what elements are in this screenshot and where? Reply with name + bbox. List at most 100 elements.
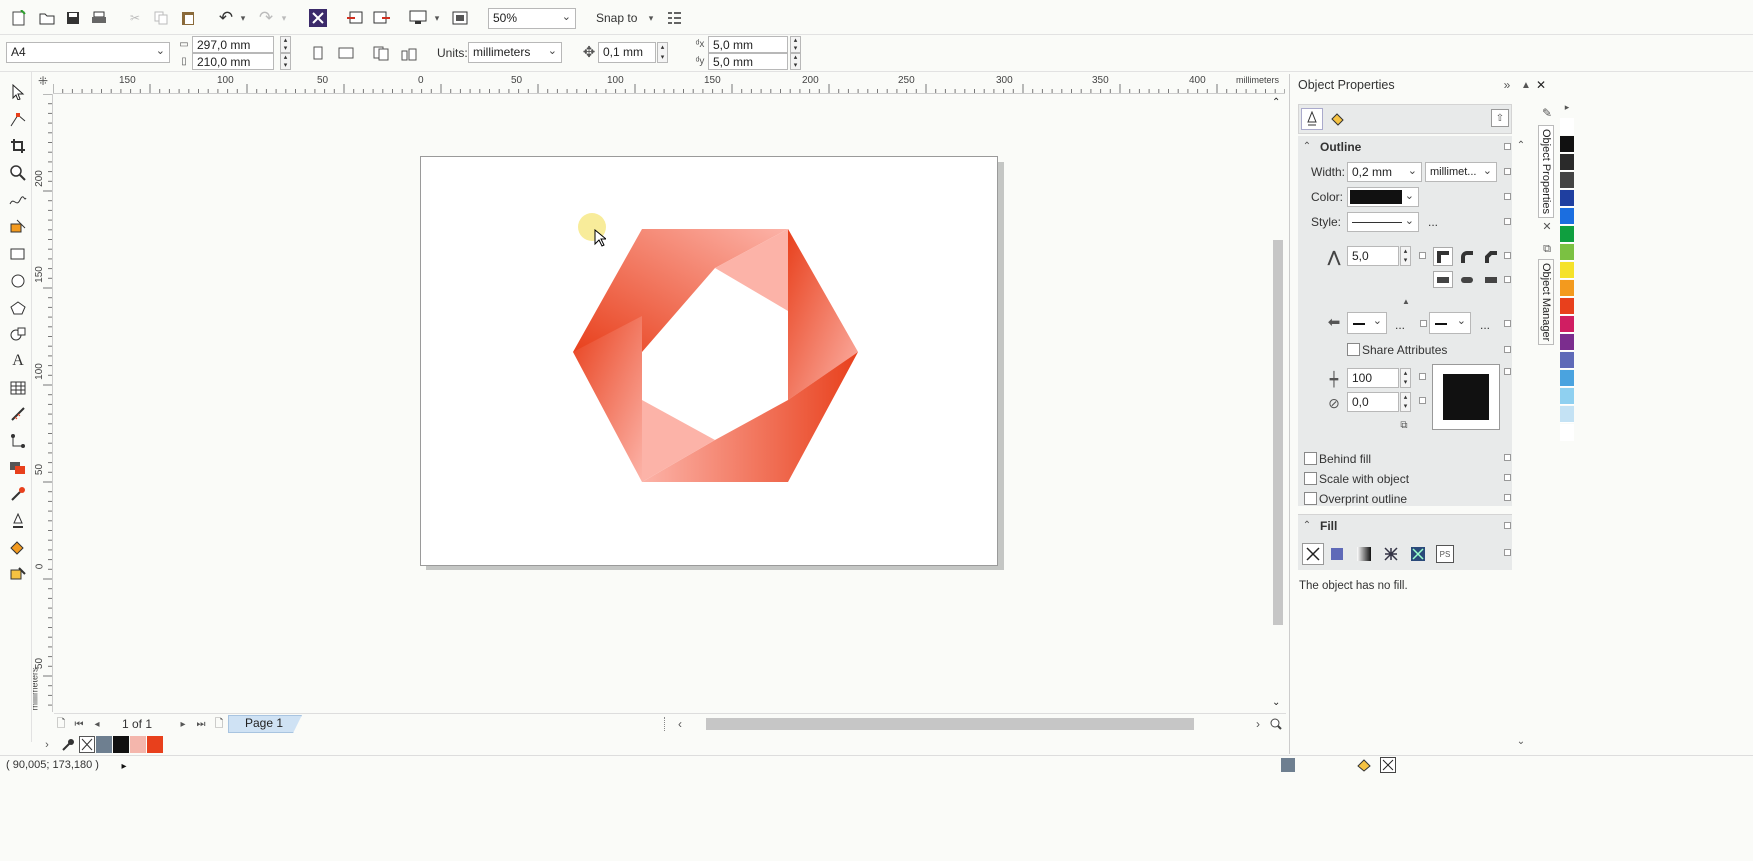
text-tool-icon[interactable]: A [5,349,31,373]
portrait-icon[interactable] [310,44,326,62]
document-color-swatch[interactable] [113,736,129,753]
palette-color-swatch[interactable] [1560,190,1574,207]
zoom-tool-icon[interactable] [5,161,31,185]
round-cap-icon[interactable] [1457,271,1477,288]
miter-option-box[interactable] [1419,252,1426,259]
shape-tool-icon[interactable] [5,108,31,132]
overprint-outline-checkbox[interactable] [1304,492,1317,505]
bitmap-pattern-fill-icon[interactable] [1409,545,1427,563]
palette-color-swatch[interactable] [1560,352,1574,369]
outline-width-select[interactable]: 0,2 mm ⌄ [1347,162,1422,182]
scale-option-box[interactable] [1504,474,1511,481]
nib-stretch-input[interactable]: 100 [1347,368,1399,388]
width-spinner[interactable]: ▴ ▾ [280,36,291,53]
current-page-icon[interactable] [398,43,420,63]
collapse-section-icon[interactable]: ⌃ [1302,140,1312,152]
snap-to-button[interactable]: Snap to [596,11,637,25]
docker-collapse-icon[interactable]: ▲ [1520,77,1532,93]
square-cap-icon[interactable] [1481,271,1501,288]
horizontal-scrollbar-thumb[interactable] [706,718,1194,730]
end-arrow-option-box[interactable] [1504,320,1511,327]
object-manager-tab[interactable]: Object Manager [1538,259,1554,346]
fill-tab-icon[interactable] [1327,108,1349,130]
butt-cap-icon[interactable] [1433,271,1453,288]
docker-close-icon[interactable]: ✕ [1535,77,1547,93]
palette-color-swatch[interactable] [1560,280,1574,297]
last-page-icon[interactable]: ⏭ [194,716,208,732]
smart-fill-tool-icon[interactable] [5,214,31,238]
copy-icon[interactable] [152,9,170,27]
nib-option-box[interactable] [1504,368,1511,375]
palette-color-swatch[interactable] [1560,154,1574,171]
nib-angle-input[interactable]: 0,0 [1347,392,1399,412]
interactive-tool-icon[interactable] [5,456,31,480]
palette-color-swatch[interactable] [1560,226,1574,243]
horizontal-ruler[interactable]: 150 100 50 0 50 100 150 200 250 300 350 … [53,74,1285,94]
scroll-right-icon[interactable]: › [1252,716,1264,732]
paste-icon[interactable] [179,9,197,27]
palette-flyout-icon[interactable]: ▸ [1560,100,1574,114]
new-document-icon[interactable] [10,9,28,27]
postscript-fill-icon[interactable]: PS [1436,545,1454,563]
behind-fill-option-box[interactable] [1504,454,1511,461]
previous-page-icon[interactable]: ◂ [90,716,104,732]
add-page-before-icon[interactable]: 🗋 [54,716,68,732]
tab-close-icon[interactable]: ✕ [1540,219,1554,233]
start-arrow-option-box[interactable] [1420,320,1427,327]
undo-icon[interactable]: ↶ [216,8,236,28]
ruler-corner[interactable]: ⁜ [33,74,53,94]
miter-spinner[interactable]: ▴ ▾ [1400,246,1411,266]
palette-color-swatch[interactable] [1560,388,1574,405]
palette-color-swatch[interactable] [1560,118,1574,135]
fill-section-option-box[interactable] [1504,522,1511,529]
nudge-distance-input[interactable]: 0,1 mm [598,42,656,63]
add-page-after-icon[interactable]: 🗋 [212,716,226,732]
collapse-fill-icon[interactable]: ⌃ [1302,519,1312,531]
ellipse-tool-icon[interactable] [5,269,31,293]
fill-type-option-box[interactable] [1504,549,1511,556]
stretch-spinner[interactable]: ▴ ▾ [1400,368,1411,388]
angle-spinner[interactable]: ▴ ▾ [1400,392,1411,412]
scale-with-object-checkbox[interactable] [1304,472,1317,485]
publish-pdf-icon[interactable] [408,9,428,27]
default-nib-icon[interactable]: ⧉ [1396,418,1412,432]
print-icon[interactable] [90,9,108,27]
start-arrowhead-select[interactable]: ⌄ [1347,312,1387,334]
fill-tool-icon[interactable] [5,536,31,560]
dimension-tool-icon[interactable] [5,402,31,426]
status-expand-icon[interactable]: ▸ [118,758,130,774]
dup-x-spinner[interactable]: ▴ ▾ [790,36,801,53]
page-width-input[interactable]: 297,0 mm [192,36,274,53]
palette-color-swatch[interactable] [1560,424,1574,441]
publish-dropdown-icon[interactable]: ▾ [432,10,442,26]
palette-expand-icon[interactable]: › [40,736,54,753]
connector-tool-icon[interactable] [5,429,31,453]
page-size-select[interactable]: A4 ⌄ [6,42,170,63]
document-color-swatch[interactable] [147,736,163,753]
table-tool-icon[interactable] [5,376,31,400]
palette-color-swatch[interactable] [1560,136,1574,153]
eyedropper-tool-icon[interactable] [5,482,31,506]
rectangle-tool-icon[interactable] [5,242,31,266]
scroll-down-icon[interactable]: ⌄ [1272,697,1280,708]
landscape-icon[interactable] [336,44,356,62]
duplicate-x-input[interactable]: 5,0 mm [708,36,788,53]
panel-scroll-up-icon[interactable]: ⌃ [1514,138,1528,152]
stretch-option-box[interactable] [1419,373,1426,380]
outline-color-picker[interactable]: ⌄ [1347,187,1419,207]
cap-option-box[interactable] [1504,276,1511,283]
vector-pattern-fill-icon[interactable] [1382,545,1400,563]
scroll-up-icon[interactable]: ⌃ [1272,97,1280,108]
section-option-box[interactable] [1504,143,1511,150]
basic-shapes-tool-icon[interactable] [5,322,31,346]
pick-tool-icon[interactable] [5,80,31,104]
share-attributes-checkbox[interactable] [1347,343,1360,356]
crop-tool-icon[interactable] [5,134,31,158]
start-arrow-more-button[interactable]: ... [1395,318,1405,332]
hexagon-artwork[interactable] [560,220,870,495]
palette-color-swatch[interactable] [1560,316,1574,333]
full-screen-preview-icon[interactable] [450,9,470,27]
outline-units-select[interactable]: millimet... ⌄ [1425,162,1497,182]
import-icon[interactable] [345,9,365,27]
first-page-icon[interactable]: ⏮ [72,716,86,732]
